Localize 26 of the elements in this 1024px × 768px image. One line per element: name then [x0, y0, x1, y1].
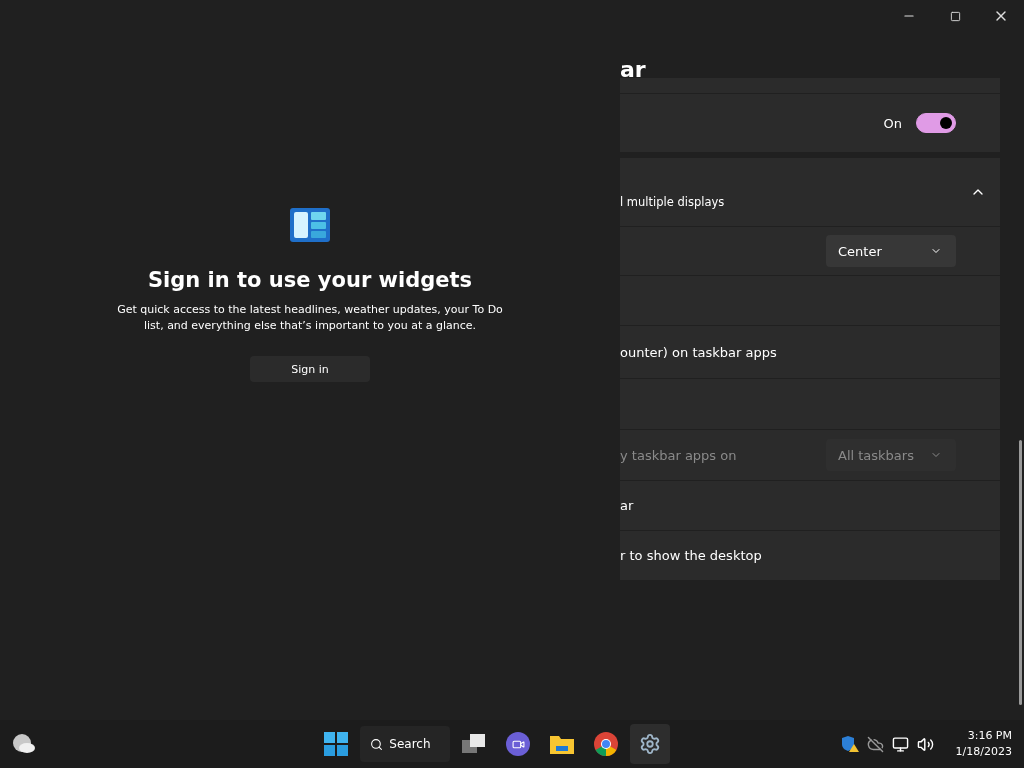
network-icon[interactable] — [891, 735, 909, 753]
page-title: ar — [620, 57, 646, 82]
widgets-description: Get quick access to the latest headlines, weather updates, your To Do list, and everything else that’s important to you at a glance. — [116, 302, 504, 334]
toggle-state-label: On — [883, 115, 902, 131]
dropdown[interactable]: Center — [826, 235, 956, 267]
search-icon — [370, 737, 384, 751]
setting-description: l multiple displays — [620, 194, 726, 209]
scrollbar[interactable] — [1019, 440, 1022, 705]
shield-warning-icon[interactable] — [840, 735, 859, 753]
volume-icon[interactable] — [916, 735, 934, 753]
setting-label: y taskbar apps on — [620, 447, 738, 463]
cloud-off-icon[interactable] — [866, 735, 884, 753]
maximize-icon — [949, 10, 961, 22]
setting-label: r to show the desktop — [620, 548, 763, 563]
sign-in-button[interactable]: Sign in — [250, 356, 370, 382]
settings-icon[interactable] — [630, 724, 671, 764]
windows-logo-icon — [324, 732, 349, 756]
setting-label: ounter) on taskbar apps — [620, 344, 778, 360]
clock[interactable]: 3:16 PM 1/18/2023 — [955, 728, 1012, 760]
setting-label: ar — [620, 498, 635, 513]
weather-cloud-icon[interactable] — [12, 733, 36, 755]
settings-card[interactable]: l multiple displays — [620, 158, 1000, 226]
search-button[interactable]: Search — [360, 726, 451, 762]
toggle-switch[interactable] — [916, 113, 956, 133]
widgets-icon — [290, 208, 330, 242]
widgets-title: Sign in to use your widgets — [147, 268, 472, 292]
